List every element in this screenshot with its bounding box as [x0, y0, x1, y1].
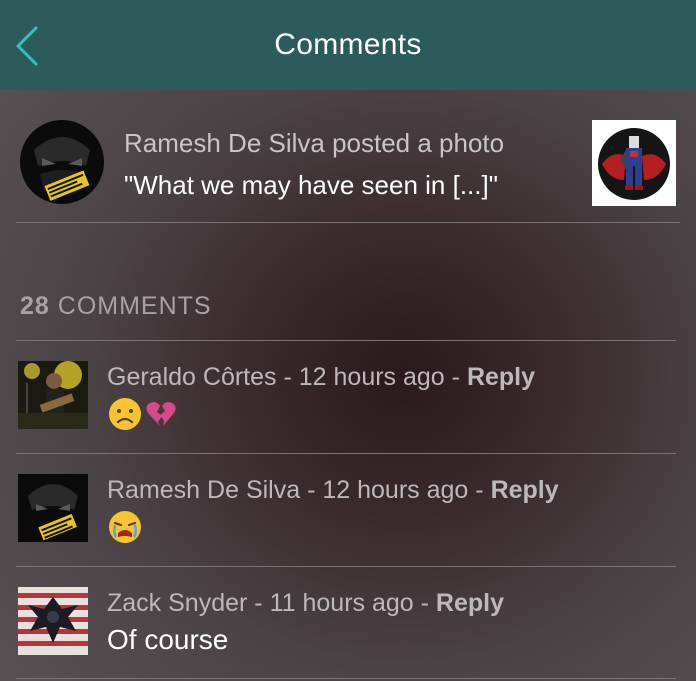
meta-separator: - — [420, 589, 436, 617]
comment-body — [107, 509, 143, 545]
top-bar: Comments — [0, 0, 696, 90]
comment-body: Of course — [107, 624, 229, 655]
reply-button[interactable]: Reply — [491, 476, 559, 504]
commenter-avatar[interactable] — [18, 361, 88, 429]
comment-meta: Geraldo Côrtes - 12 hours ago - Reply — [107, 363, 535, 392]
divider — [16, 340, 676, 341]
divider — [16, 678, 676, 679]
comment-author[interactable]: Geraldo Côrtes — [107, 363, 277, 391]
comment-meta: Ramesh De Silva - 12 hours ago - Reply — [107, 476, 559, 505]
sad-face-icon — [109, 398, 141, 430]
divider — [16, 453, 676, 454]
meta-separator: - — [254, 589, 270, 617]
comment-author[interactable]: Zack Snyder — [107, 589, 247, 617]
meta-separator: - — [283, 363, 299, 391]
commenter-avatar[interactable] — [18, 474, 88, 542]
comment-author[interactable]: Ramesh De Silva — [107, 476, 300, 504]
comments-count-header: 28 COMMENTS — [20, 292, 212, 321]
broken-heart-icon — [146, 402, 176, 426]
comment-time: 12 hours ago — [322, 476, 469, 504]
post-author-line[interactable]: Ramesh De Silva posted a photo — [124, 128, 504, 159]
comments-label: COMMENTS — [57, 292, 212, 320]
page-title: Comments — [274, 28, 422, 61]
meta-separator: - — [307, 476, 323, 504]
meta-separator: - — [475, 476, 491, 504]
post-thumbnail[interactable] — [592, 120, 676, 206]
post-caption[interactable]: "What we may have seen in [...]" — [124, 170, 498, 201]
divider — [16, 222, 680, 223]
meta-separator: - — [451, 363, 467, 391]
comment-time: 12 hours ago — [298, 363, 445, 391]
commenter-avatar[interactable] — [18, 587, 88, 655]
crying-face-icon — [109, 511, 141, 543]
comment-time: 11 hours ago — [269, 589, 414, 617]
reply-button[interactable]: Reply — [467, 363, 535, 391]
divider — [16, 566, 676, 567]
comment-body — [107, 396, 179, 432]
comment-meta: Zack Snyder - 11 hours ago - Reply — [107, 589, 504, 618]
reply-button[interactable]: Reply — [436, 589, 504, 617]
comments-count: 28 — [20, 292, 50, 320]
post-author-avatar[interactable] — [20, 120, 104, 204]
